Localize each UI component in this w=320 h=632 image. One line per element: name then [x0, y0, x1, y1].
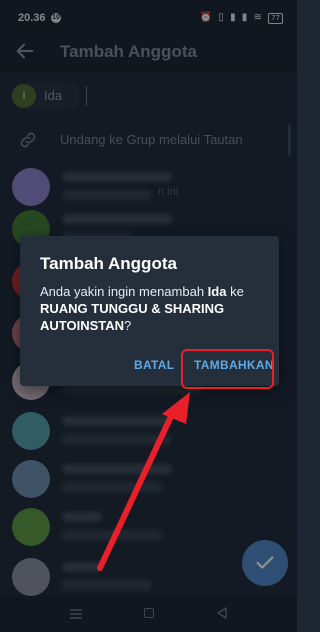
annotation-arrow-icon [97, 392, 190, 571]
